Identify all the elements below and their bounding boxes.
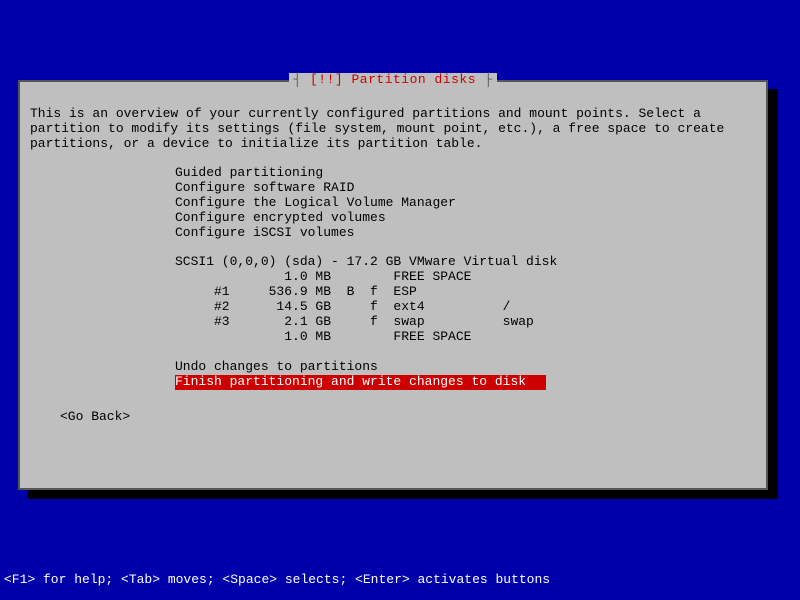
partition-dialog: ┤ [!!] Partition disks ├ This is an over… bbox=[18, 80, 768, 490]
title-bracket-close: ├ bbox=[476, 72, 493, 87]
help-bar: <F1> for help; <Tab> moves; <Space> sele… bbox=[4, 573, 550, 588]
menu-iscsi[interactable]: Configure iSCSI volumes bbox=[175, 226, 756, 241]
partition-2[interactable]: #2 14.5 GB f ext4 / bbox=[175, 300, 756, 315]
menu-undo[interactable]: Undo changes to partitions bbox=[175, 360, 756, 375]
menu-finish[interactable]: Finish partitioning and write changes to… bbox=[175, 375, 546, 390]
partition-free-2[interactable]: 1.0 MB FREE SPACE bbox=[175, 330, 756, 345]
partition-menu: Guided partitioning Configure software R… bbox=[175, 166, 756, 390]
menu-encrypted[interactable]: Configure encrypted volumes bbox=[175, 211, 756, 226]
title-bracket-open: ┤ bbox=[293, 72, 310, 87]
intro-text: This is an overview of your currently co… bbox=[30, 107, 756, 152]
menu-raid[interactable]: Configure software RAID bbox=[175, 181, 756, 196]
title-text: Partition disks bbox=[351, 72, 476, 87]
menu-lvm[interactable]: Configure the Logical Volume Manager bbox=[175, 196, 756, 211]
menu-guided[interactable]: Guided partitioning bbox=[175, 166, 756, 181]
partition-1[interactable]: #1 536.9 MB B f ESP bbox=[175, 285, 756, 300]
title-bang: [!!] bbox=[310, 72, 352, 87]
partition-3[interactable]: #3 2.1 GB f swap swap bbox=[175, 315, 756, 330]
disk-header[interactable]: SCSI1 (0,0,0) (sda) - 17.2 GB VMware Vir… bbox=[175, 255, 756, 270]
partition-free-1[interactable]: 1.0 MB FREE SPACE bbox=[175, 270, 756, 285]
go-back-button[interactable]: <Go Back> bbox=[60, 410, 130, 425]
dialog-title: ┤ [!!] Partition disks ├ bbox=[20, 73, 766, 88]
